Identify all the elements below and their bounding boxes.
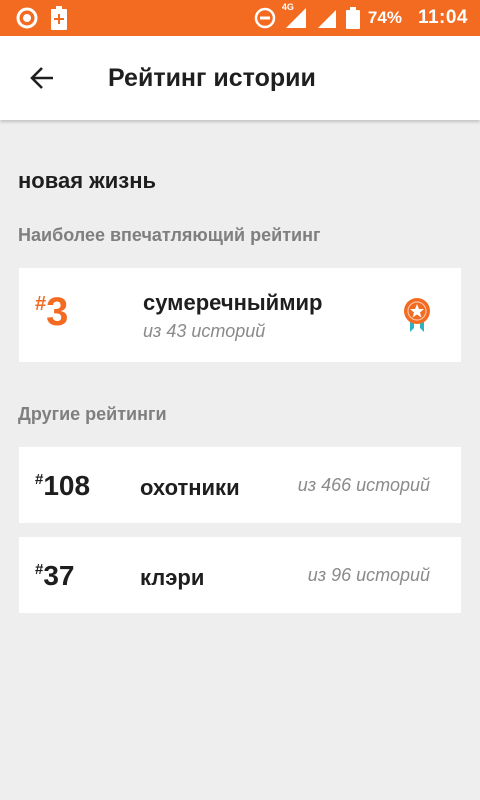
signal-icon bbox=[316, 7, 338, 29]
arrow-back-icon bbox=[29, 65, 55, 91]
back-button[interactable] bbox=[16, 52, 68, 104]
app-bar: Рейтинг истории bbox=[0, 36, 480, 120]
status-bar: 4G 74% 11:04 bbox=[0, 0, 480, 36]
top-ranking-card[interactable]: # 3 сумеречныймир из 43 историй bbox=[19, 268, 461, 362]
ranking-list-item[interactable]: # 37 клэри из 96 историй bbox=[19, 537, 461, 613]
page-title: Рейтинг истории bbox=[108, 63, 316, 92]
clock: 11:04 bbox=[417, 7, 468, 28]
battery-percent: 74% bbox=[367, 8, 402, 27]
story-title: новая жизнь bbox=[18, 168, 157, 193]
record-icon bbox=[16, 7, 38, 29]
top-ranking-section-label: Наиболее впечатляющий рейтинг bbox=[18, 225, 321, 245]
ranking-total: из 466 историй bbox=[297, 475, 430, 495]
ranking-tag: охотники bbox=[140, 475, 240, 500]
battery-icon bbox=[345, 7, 360, 29]
rank-number: # 3 bbox=[35, 290, 69, 334]
ranking-total: из 43 историй bbox=[143, 321, 266, 341]
signal-4g-icon: 4G bbox=[282, 2, 308, 30]
ranking-tag: сумеречныймир bbox=[143, 290, 323, 315]
ranking-list-item[interactable]: # 108 охотники из 466 историй bbox=[19, 447, 461, 523]
award-medal-icon bbox=[402, 297, 432, 333]
rank-number: # 108 bbox=[35, 470, 91, 501]
ranking-tag: клэри bbox=[140, 565, 205, 590]
do-not-disturb-icon bbox=[254, 7, 276, 29]
rank-number: # 37 bbox=[35, 560, 75, 591]
other-rankings-section-label: Другие рейтинги bbox=[18, 404, 167, 424]
battery-charging-icon bbox=[50, 6, 68, 30]
ranking-total: из 96 историй bbox=[307, 565, 430, 585]
